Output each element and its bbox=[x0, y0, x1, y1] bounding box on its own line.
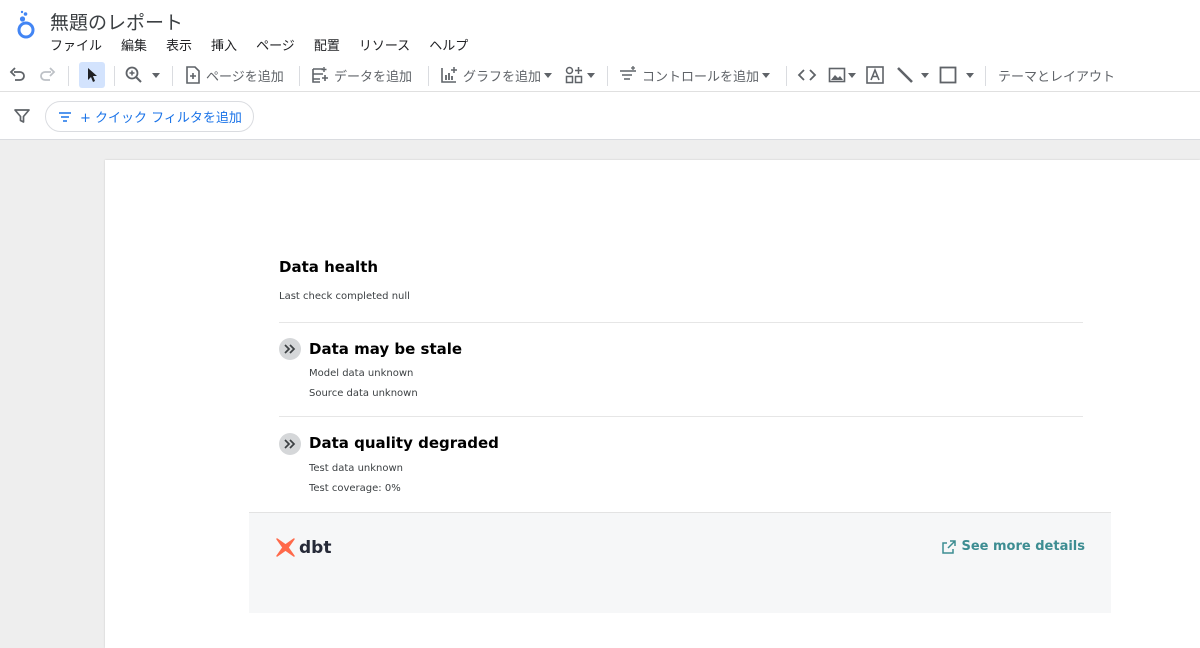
source-data-text: Source data unknown bbox=[309, 388, 418, 399]
menu-view[interactable]: 表示 bbox=[166, 35, 192, 54]
divider bbox=[279, 416, 1083, 417]
redo-button[interactable] bbox=[37, 62, 57, 88]
image-icon bbox=[828, 67, 846, 83]
add-page-icon bbox=[186, 66, 200, 84]
external-link-icon bbox=[942, 539, 957, 554]
zoom-button[interactable] bbox=[124, 62, 160, 88]
menu-insert[interactable]: 挿入 bbox=[211, 35, 237, 54]
divider bbox=[279, 322, 1083, 323]
text-button[interactable] bbox=[865, 62, 885, 88]
undo-icon bbox=[9, 67, 25, 81]
add-quick-filter-button[interactable]: + クイック フィルタを追加 bbox=[45, 101, 254, 132]
undo-button[interactable] bbox=[8, 62, 28, 88]
add-control-label: コントロールを追加 bbox=[642, 69, 760, 85]
test-coverage-text: Test coverage: 0% bbox=[309, 483, 401, 494]
menu-resources[interactable]: リソース bbox=[359, 35, 410, 54]
zoom-icon bbox=[125, 66, 142, 83]
add-data-icon bbox=[312, 67, 328, 83]
add-data-label: データを追加 bbox=[334, 69, 413, 85]
report-title[interactable]: 無題のレポート bbox=[50, 8, 183, 35]
chevron-down-icon bbox=[921, 72, 929, 78]
menu-page[interactable]: ページ bbox=[256, 35, 295, 54]
toolbar: ページを追加 データを追加 グラフを追加 コントロールを追加 テーマとレイアウト bbox=[0, 58, 1200, 92]
model-data-text: Model data unknown bbox=[309, 368, 414, 379]
embed-url-button[interactable] bbox=[797, 62, 817, 88]
chevron-down-icon bbox=[848, 72, 856, 78]
filter-funnel-icon[interactable] bbox=[13, 107, 31, 125]
report-canvas[interactable]: Data health Last check completed null Da… bbox=[105, 160, 1200, 648]
double-chevron-right-icon bbox=[279, 433, 301, 455]
add-chart-label: グラフを追加 bbox=[463, 69, 542, 85]
chevron-down-icon bbox=[587, 72, 595, 78]
menu-file[interactable]: ファイル bbox=[50, 35, 102, 54]
looker-studio-logo-icon[interactable] bbox=[14, 10, 38, 40]
theme-layout-label: テーマとレイアウト bbox=[998, 69, 1116, 85]
toolbar-divider bbox=[985, 66, 986, 86]
add-chart-button[interactable]: グラフを追加 bbox=[439, 62, 553, 88]
rectangle-icon bbox=[939, 66, 957, 84]
add-chart-icon bbox=[441, 67, 457, 83]
toolbar-divider bbox=[299, 66, 300, 86]
toolbar-divider bbox=[786, 66, 787, 86]
add-quick-filter-label: + クイック フィルタを追加 bbox=[80, 111, 242, 126]
stale-section-title: Data may be stale bbox=[309, 340, 463, 358]
cursor-icon bbox=[88, 68, 97, 82]
shape-button[interactable] bbox=[938, 62, 974, 88]
dbt-logo-icon bbox=[276, 538, 295, 557]
toolbar-divider bbox=[114, 66, 115, 86]
theme-layout-button[interactable]: テーマとレイアウト bbox=[998, 62, 1115, 88]
toolbar-divider bbox=[428, 66, 429, 86]
add-page-button[interactable]: ページを追加 bbox=[184, 62, 284, 88]
add-page-label: ページを追加 bbox=[206, 69, 284, 85]
dbt-wordmark: dbt bbox=[299, 537, 332, 558]
last-check-text: Last check completed null bbox=[279, 291, 410, 302]
chevron-down-icon bbox=[966, 72, 974, 78]
double-chevron-right-icon bbox=[279, 338, 301, 360]
select-tool-button[interactable] bbox=[79, 62, 105, 88]
add-control-icon bbox=[620, 66, 636, 80]
filter-list-icon bbox=[59, 111, 71, 122]
chevron-down-icon bbox=[544, 72, 553, 78]
line-icon bbox=[897, 67, 913, 83]
chevron-down-icon bbox=[152, 72, 160, 78]
menu-arrange[interactable]: 配置 bbox=[314, 35, 340, 54]
menu-bar: ファイル 編集 表示 挿入 ページ 配置 リソース ヘルプ bbox=[50, 35, 487, 54]
card-footer: dbt See more details bbox=[249, 512, 1111, 613]
community-viz-button[interactable] bbox=[564, 62, 595, 88]
add-control-button[interactable]: コントロールを追加 bbox=[618, 62, 771, 88]
see-more-details-label: See more details bbox=[961, 539, 1085, 554]
menu-edit[interactable]: 編集 bbox=[121, 35, 147, 54]
see-more-details-link[interactable]: See more details bbox=[942, 539, 1085, 554]
filter-bar: + クイック フィルタを追加 bbox=[0, 92, 1200, 140]
menu-help[interactable]: ヘルプ bbox=[429, 35, 468, 54]
community-viz-icon bbox=[565, 66, 583, 84]
data-health-title: Data health bbox=[279, 258, 379, 276]
text-box-icon bbox=[866, 66, 884, 84]
add-data-button[interactable]: データを追加 bbox=[310, 62, 412, 88]
image-button[interactable] bbox=[827, 62, 856, 88]
line-button[interactable] bbox=[895, 62, 929, 88]
redo-icon bbox=[40, 67, 56, 81]
toolbar-divider bbox=[172, 66, 173, 86]
dbt-logo: dbt bbox=[275, 537, 331, 558]
quality-section-title: Data quality degraded bbox=[309, 434, 499, 452]
chevron-down-icon bbox=[762, 72, 771, 78]
code-icon bbox=[797, 69, 817, 81]
toolbar-divider bbox=[607, 66, 608, 86]
test-data-text: Test data unknown bbox=[309, 463, 404, 474]
app-header: 無題のレポート ファイル 編集 表示 挿入 ページ 配置 リソース ヘルプ bbox=[0, 0, 1200, 58]
toolbar-divider bbox=[68, 66, 69, 86]
